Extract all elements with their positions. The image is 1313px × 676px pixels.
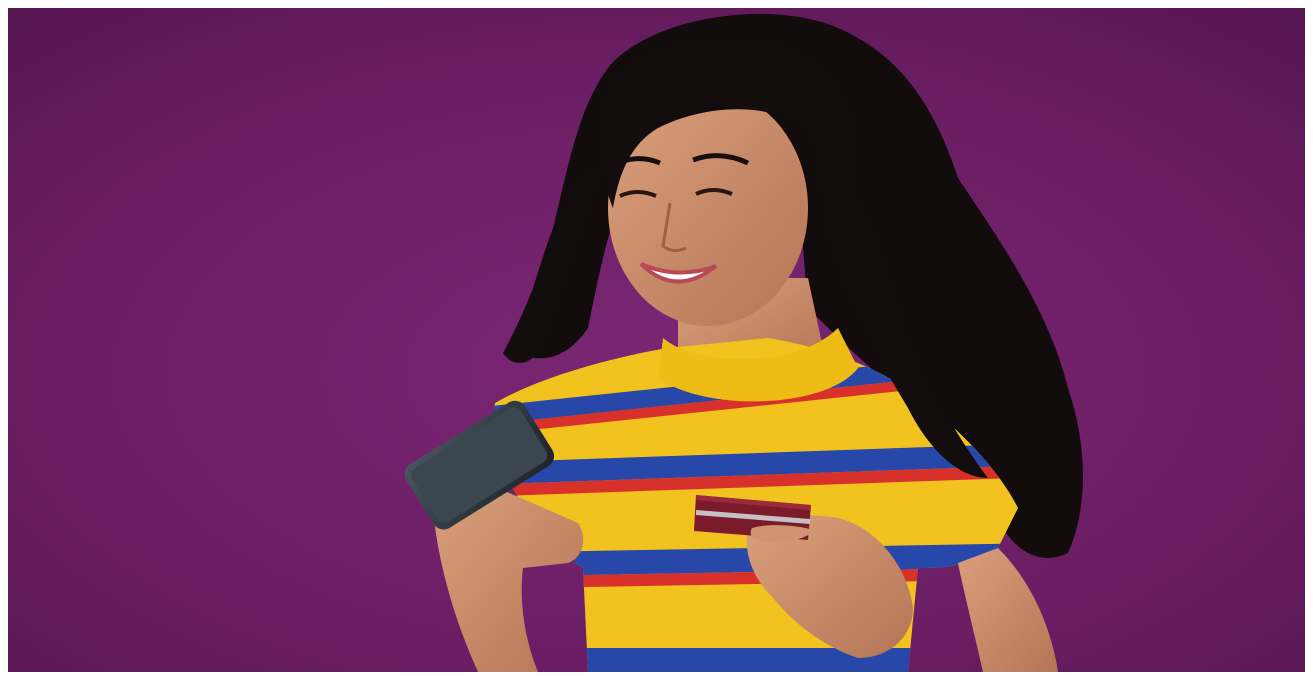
image-frame	[0, 0, 1313, 676]
photo-illustration	[8, 8, 1305, 672]
photo	[8, 8, 1305, 672]
